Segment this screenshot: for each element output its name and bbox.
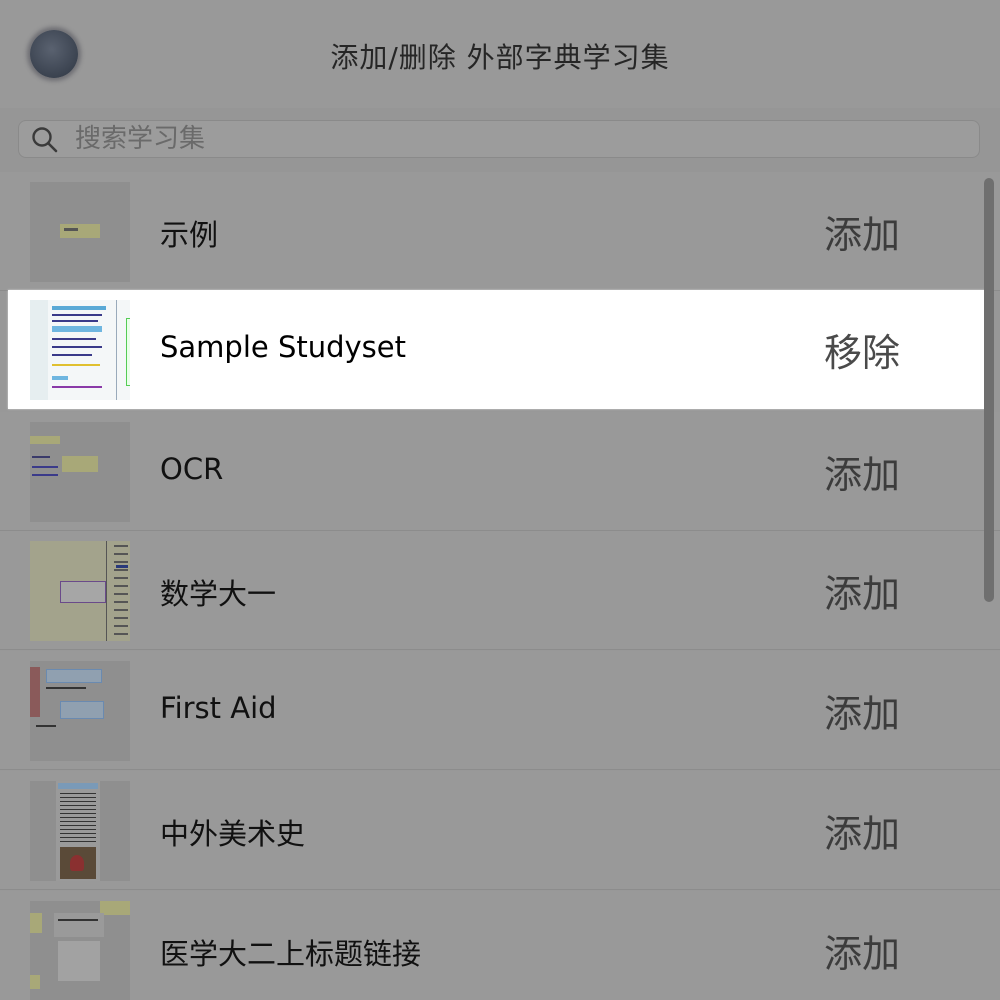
studyset-thumbnail: [30, 300, 130, 400]
page-title: 添加/删除 外部字典学习集: [330, 41, 670, 74]
studyset-row-math-freshman[interactable]: 数学大一 添加: [0, 531, 1000, 650]
studyset-row-sample-cn[interactable]: 示例 添加: [0, 172, 1000, 291]
studyset-row-art-history[interactable]: 中外美术史 添加: [0, 771, 1000, 890]
studyset-row-sample-studyset[interactable]: Sample Studyset 移除: [8, 290, 987, 409]
studyset-name: 医学大二上标题链接: [160, 937, 422, 971]
studyset-name: 示例: [160, 218, 219, 252]
studyset-row-medical-sophomore[interactable]: 医学大二上标题链接 添加: [0, 891, 1000, 1000]
studyset-row-ocr[interactable]: OCR 添加: [0, 412, 1000, 531]
studyset-thumbnail: [30, 422, 130, 522]
search-bar: [0, 108, 1000, 172]
studyset-row-first-aid[interactable]: First Aid 添加: [0, 651, 1000, 770]
add-button[interactable]: 添加: [824, 803, 900, 858]
add-button[interactable]: 添加: [824, 683, 900, 738]
studyset-picker-screen: 添加/删除 外部字典学习集 示例 添加: [0, 0, 1000, 1000]
studyset-name: 中外美术史: [160, 817, 306, 851]
studyset-name: 数学大一: [160, 577, 277, 611]
add-button[interactable]: 添加: [824, 444, 900, 499]
studyset-thumbnail: [30, 182, 130, 282]
studyset-thumbnail: [30, 901, 130, 1000]
studyset-name: Sample Studyset: [160, 330, 407, 364]
add-button[interactable]: 添加: [824, 204, 900, 259]
add-button[interactable]: 添加: [824, 563, 900, 618]
search-field[interactable]: [18, 120, 980, 158]
list-scrollbar[interactable]: [984, 178, 994, 602]
studyset-thumbnail: [30, 781, 130, 881]
add-button[interactable]: 添加: [824, 923, 900, 978]
studyset-name: OCR: [160, 452, 224, 486]
remove-button[interactable]: 移除: [824, 322, 900, 377]
search-input[interactable]: [75, 123, 955, 155]
studyset-thumbnail: [30, 541, 130, 641]
header-bar: 添加/删除 外部字典学习集: [0, 0, 1000, 108]
studyset-thumbnail: [30, 661, 130, 761]
studyset-name: First Aid: [160, 691, 277, 725]
studyset-list: 示例 添加 Sample Studyset 移除 OCR 添加 数学大一 添加 …: [0, 172, 1000, 1000]
search-icon: [32, 127, 58, 153]
